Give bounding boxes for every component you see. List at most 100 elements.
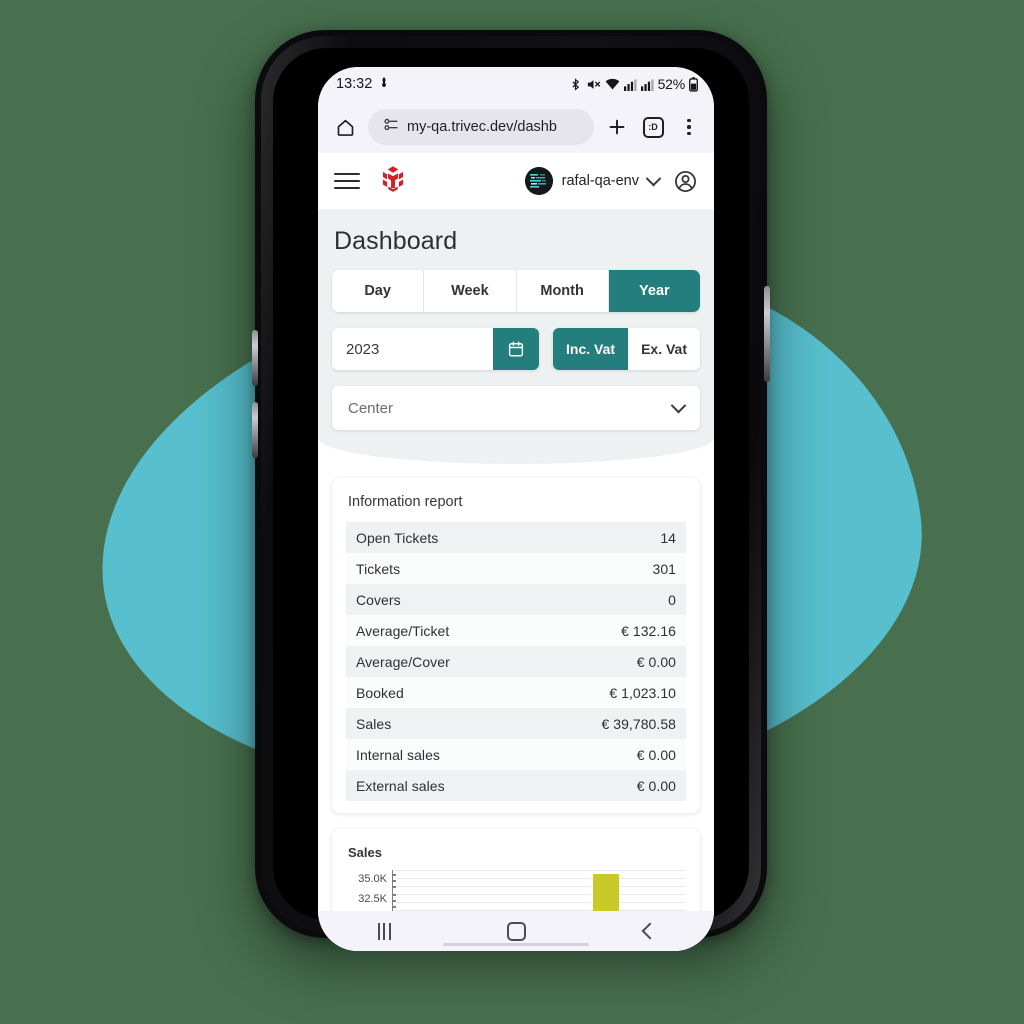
tab-week[interactable]: Week xyxy=(424,270,517,312)
permissions-icon xyxy=(382,116,399,138)
y-tick-label: 32.5K xyxy=(358,893,387,905)
recents-icon xyxy=(377,922,391,940)
row-label: Booked xyxy=(356,684,404,701)
filter-panel: Dashboard Day Week Month Year 2023 Inc. … xyxy=(318,209,714,464)
phone-screen: 13:32 52% my-qa.trivec.dev/dashb:D rafa… xyxy=(318,67,714,951)
cards-container: Information report Open Tickets 14 Ticke… xyxy=(318,464,714,911)
row-value: 14 xyxy=(660,529,676,546)
row-value: 301 xyxy=(652,560,676,577)
home-button[interactable] xyxy=(488,916,544,946)
chart-plot-area xyxy=(396,870,686,911)
sales-chart-card: Sales 35.0K 32.5K xyxy=(332,829,700,911)
chart-y-axis: 35.0K 32.5K xyxy=(346,870,392,911)
signal-icon xyxy=(640,78,654,91)
sales-chart: 35.0K 32.5K xyxy=(346,870,686,911)
chevron-down-icon xyxy=(645,170,662,186)
table-row: Sales € 39,780.58 xyxy=(346,708,686,739)
information-report-card: Information report Open Tickets 14 Ticke… xyxy=(332,478,700,813)
vat-ex-button[interactable]: Ex. Vat xyxy=(628,328,700,370)
status-bar-right: 52% xyxy=(569,76,698,92)
back-icon xyxy=(641,922,659,940)
environment-name: rafal-qa-env xyxy=(561,173,639,189)
table-row: Average/Cover € 0.00 xyxy=(346,646,686,677)
environment-selector[interactable]: rafal-qa-env xyxy=(524,167,662,195)
status-bar-left: 13:32 xyxy=(336,76,390,92)
home-icon[interactable] xyxy=(332,114,358,140)
bluetooth-icon xyxy=(569,77,582,92)
row-label: Open Tickets xyxy=(356,529,439,546)
new-tab-icon[interactable] xyxy=(604,114,630,140)
table-row: Tickets 301 xyxy=(346,553,686,584)
row-label: Sales xyxy=(356,715,392,732)
android-status-bar: 13:32 52% xyxy=(318,67,714,101)
report-table: Open Tickets 14 Tickets 301 Covers 0 Ave… xyxy=(346,522,686,801)
browser-toolbar: my-qa.trivec.dev/dashb :D xyxy=(318,101,714,153)
battery-percentage: 52% xyxy=(657,76,686,92)
row-value: € 0.00 xyxy=(636,777,676,794)
status-bar-time: 13:32 xyxy=(336,76,373,92)
back-button[interactable] xyxy=(620,916,676,946)
table-row: Open Tickets 14 xyxy=(346,522,686,553)
tab-day[interactable]: Day xyxy=(332,270,425,312)
row-value: € 132.16 xyxy=(621,622,676,639)
browser-menu-icon[interactable] xyxy=(676,114,702,140)
signal-icon xyxy=(623,78,637,91)
stage: 13:32 52% my-qa.trivec.dev/dashb:D rafa… xyxy=(0,0,1024,1024)
menu-icon[interactable] xyxy=(334,168,360,194)
card-title: Information report xyxy=(348,494,463,510)
app-header: rafal-qa-env xyxy=(318,153,714,209)
row-label: Average/Ticket xyxy=(356,622,450,639)
volume-up-button[interactable] xyxy=(252,330,258,386)
volume-mute-icon xyxy=(586,77,601,92)
row-label: Average/Cover xyxy=(356,653,450,670)
row-label: Internal sales xyxy=(356,746,440,763)
power-button[interactable] xyxy=(764,286,770,382)
vat-inc-button[interactable]: Inc. Vat xyxy=(553,328,629,370)
battery-icon xyxy=(689,76,698,92)
avatar xyxy=(524,167,553,195)
year-field[interactable]: 2023 xyxy=(332,328,540,370)
account-icon[interactable] xyxy=(673,169,698,194)
tab-year[interactable]: Year xyxy=(608,270,700,312)
phone-device: 13:32 52% my-qa.trivec.dev/dashb:D rafa… xyxy=(252,30,770,951)
y-tick-label: 35.0K xyxy=(358,873,387,885)
table-row: Booked € 1,023.10 xyxy=(346,677,686,708)
wifi-icon xyxy=(605,78,620,91)
trivec-logo-icon xyxy=(378,164,408,199)
table-row: Average/Ticket € 132.16 xyxy=(346,615,686,646)
tab-month[interactable]: Month xyxy=(516,270,609,312)
center-select-label: Center xyxy=(348,399,394,417)
row-label: Covers xyxy=(356,591,401,608)
address-bar[interactable]: my-qa.trivec.dev/dashb xyxy=(368,109,594,145)
row-label: External sales xyxy=(356,777,445,794)
home-icon xyxy=(506,921,526,941)
year-value: 2023 xyxy=(346,340,380,358)
row-label: Tickets xyxy=(356,560,401,577)
gesture-pill[interactable] xyxy=(443,943,589,946)
url-text: my-qa.trivec.dev/dashb xyxy=(407,119,557,135)
vat-toggle: Inc. Vat Ex. Vat xyxy=(553,328,700,370)
tab-count-label: :D xyxy=(642,116,664,138)
row-value: 0 xyxy=(668,591,676,608)
row-value: € 1,023.10 xyxy=(609,684,676,701)
chart-bar xyxy=(593,874,619,911)
page-title: Dashboard xyxy=(334,227,458,255)
row-value: € 0.00 xyxy=(636,653,676,670)
recents-button[interactable] xyxy=(356,916,412,946)
row-value: € 39,780.58 xyxy=(601,715,676,732)
period-tabs: Day Week Month Year xyxy=(332,270,700,312)
volume-down-button[interactable] xyxy=(252,402,258,458)
row-value: € 0.00 xyxy=(636,746,676,763)
table-row: External sales € 0.00 xyxy=(346,770,686,801)
filter-row: 2023 Inc. Vat Ex. Vat xyxy=(332,328,700,370)
calendar-icon[interactable] xyxy=(493,328,540,370)
table-row: Covers 0 xyxy=(346,584,686,615)
kebab-glyph xyxy=(687,118,691,136)
android-nav-bar xyxy=(318,911,714,951)
chevron-down-icon xyxy=(670,397,687,413)
app-content: Dashboard Day Week Month Year 2023 Inc. … xyxy=(318,209,714,911)
table-row: Internal sales € 0.00 xyxy=(346,739,686,770)
tab-switcher-icon[interactable]: :D xyxy=(640,114,666,140)
do-not-disturb-icon xyxy=(378,76,390,92)
center-select[interactable]: Center xyxy=(332,386,700,430)
